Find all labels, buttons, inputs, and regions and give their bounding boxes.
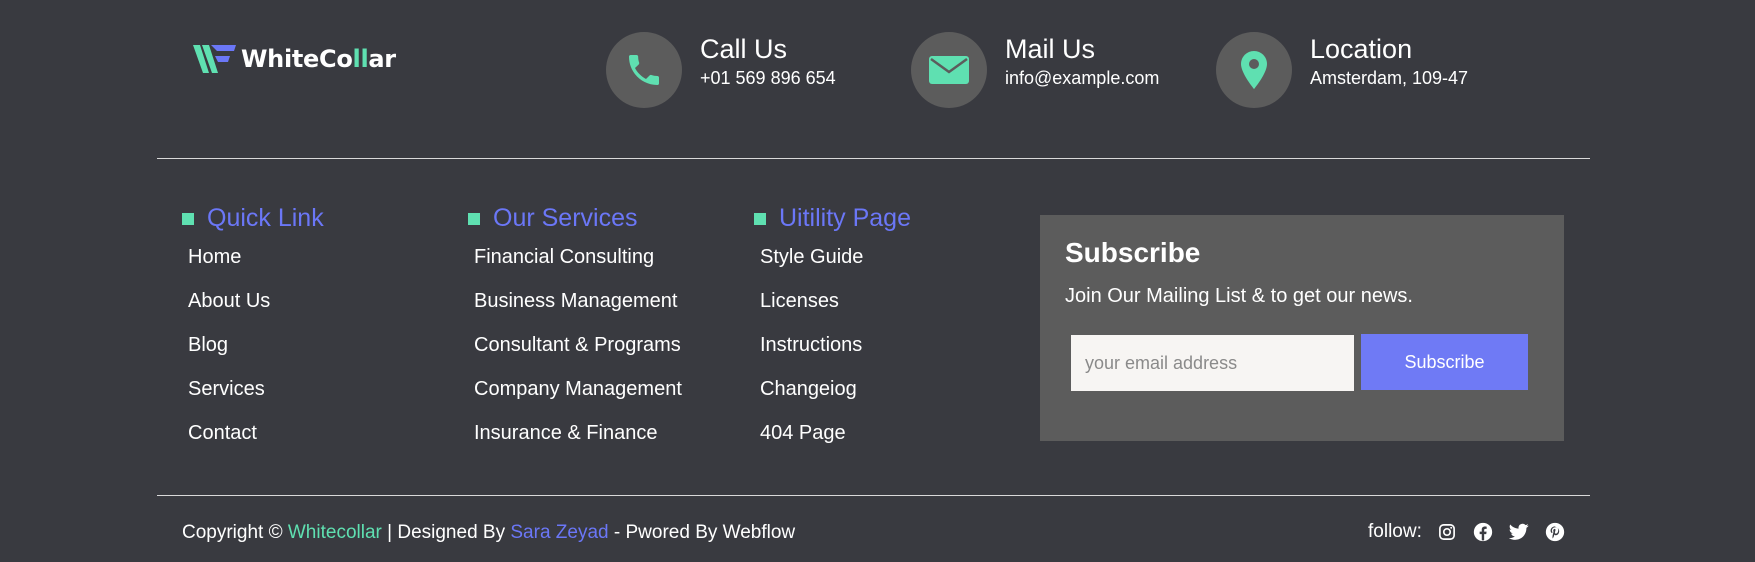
- contact-mail: Mail Us info@example.com: [911, 32, 1159, 108]
- list-item: Blog: [188, 333, 324, 377]
- column-heading: Our Services: [493, 203, 638, 232]
- subscribe-description: Join Our Mailing List & to get our news.: [1065, 285, 1413, 307]
- mail-icon: [929, 56, 969, 84]
- footer-link-business-management[interactable]: Business Management: [474, 290, 677, 312]
- bullet-square-icon: [754, 213, 766, 225]
- footer-link-contact[interactable]: Contact: [188, 422, 257, 444]
- utility-page-column: Uitility Page Style Guide Licenses Instr…: [754, 203, 911, 465]
- list-item: Insurance & Finance: [474, 421, 682, 465]
- our-services-column: Our Services Financial Consulting Busine…: [468, 203, 682, 465]
- list-item: Style Guide: [760, 245, 911, 289]
- bottom-divider: [157, 495, 1590, 496]
- footer-link-404[interactable]: 404 Page: [760, 422, 846, 444]
- footer-link-company-management[interactable]: Company Management: [474, 378, 682, 400]
- list-item: Instructions: [760, 333, 911, 377]
- footer-link-about[interactable]: About Us: [188, 290, 270, 312]
- list-item: Financial Consulting: [474, 245, 682, 289]
- contact-mail-title: Mail Us: [1005, 34, 1096, 64]
- footer-link-instructions[interactable]: Instructions: [760, 334, 862, 356]
- list-item: Business Management: [474, 289, 682, 333]
- twitter-icon[interactable]: [1508, 521, 1530, 543]
- list-item: 404 Page: [760, 421, 911, 465]
- follow-label: follow:: [1368, 521, 1422, 542]
- quick-link-column: Quick Link Home About Us Blog Services C…: [182, 203, 324, 465]
- contact-call-title: Call Us: [700, 34, 788, 64]
- copyright-text: Copyright © Whitecollar | Designed By Sa…: [182, 522, 796, 543]
- contact-location-title: Location: [1310, 34, 1413, 64]
- footer-link-style-guide[interactable]: Style Guide: [760, 246, 863, 268]
- contact-location: Location Amsterdam, 109-47: [1216, 32, 1468, 108]
- contact-mail-value[interactable]: info@example.com: [1005, 67, 1159, 89]
- list-item: Home: [188, 245, 324, 289]
- phone-icon: [629, 55, 659, 85]
- subscribe-button[interactable]: Subscribe: [1361, 334, 1528, 390]
- email-field[interactable]: [1071, 335, 1354, 391]
- mail-icon-circle: [911, 32, 987, 108]
- list-item: Services: [188, 377, 324, 421]
- list-item: Changeiog: [760, 377, 911, 421]
- logo-mark-icon: [193, 45, 236, 73]
- top-divider: [157, 158, 1590, 159]
- footer-link-licenses[interactable]: Licenses: [760, 290, 839, 312]
- bullet-square-icon: [182, 213, 194, 225]
- footer-link-insurance-finance[interactable]: Insurance & Finance: [474, 422, 657, 444]
- footer-link-home[interactable]: Home: [188, 246, 241, 268]
- list-item: Licenses: [760, 289, 911, 333]
- subscribe-panel: Subscribe Join Our Mailing List & to get…: [1040, 215, 1564, 441]
- social-follow: follow:: [1368, 521, 1566, 543]
- column-heading: Uitility Page: [779, 203, 911, 232]
- location-icon: [1241, 51, 1267, 89]
- phone-icon-circle: [606, 32, 682, 108]
- contact-call-value[interactable]: +01 569 896 654: [700, 67, 836, 89]
- brand-name: WhiteCollar: [241, 45, 396, 73]
- designer-link[interactable]: Sara Zeyad: [510, 522, 608, 543]
- instagram-icon[interactable]: [1436, 521, 1458, 543]
- pinterest-icon[interactable]: [1544, 521, 1566, 543]
- subscribe-title: Subscribe: [1065, 237, 1201, 268]
- list-item: Company Management: [474, 377, 682, 421]
- bullet-square-icon: [468, 213, 480, 225]
- list-item: Contact: [188, 421, 324, 465]
- brand-logo[interactable]: WhiteCollar: [193, 44, 396, 74]
- list-item: About Us: [188, 289, 324, 333]
- footer-link-blog[interactable]: Blog: [188, 334, 228, 356]
- contact-location-value: Amsterdam, 109-47: [1310, 68, 1469, 88]
- footer-link-changelog[interactable]: Changeiog: [760, 378, 857, 400]
- footer-link-services[interactable]: Services: [188, 378, 265, 400]
- list-item: Consultant & Programs: [474, 333, 682, 377]
- location-icon-circle: [1216, 32, 1292, 108]
- contact-call: Call Us +01 569 896 654: [606, 32, 836, 108]
- facebook-icon[interactable]: [1472, 521, 1494, 543]
- footer-link-financial-consulting[interactable]: Financial Consulting: [474, 246, 654, 268]
- brand-link[interactable]: Whitecollar: [288, 522, 382, 543]
- footer-link-consultant-programs[interactable]: Consultant & Programs: [474, 334, 681, 356]
- column-heading: Quick Link: [207, 203, 324, 232]
